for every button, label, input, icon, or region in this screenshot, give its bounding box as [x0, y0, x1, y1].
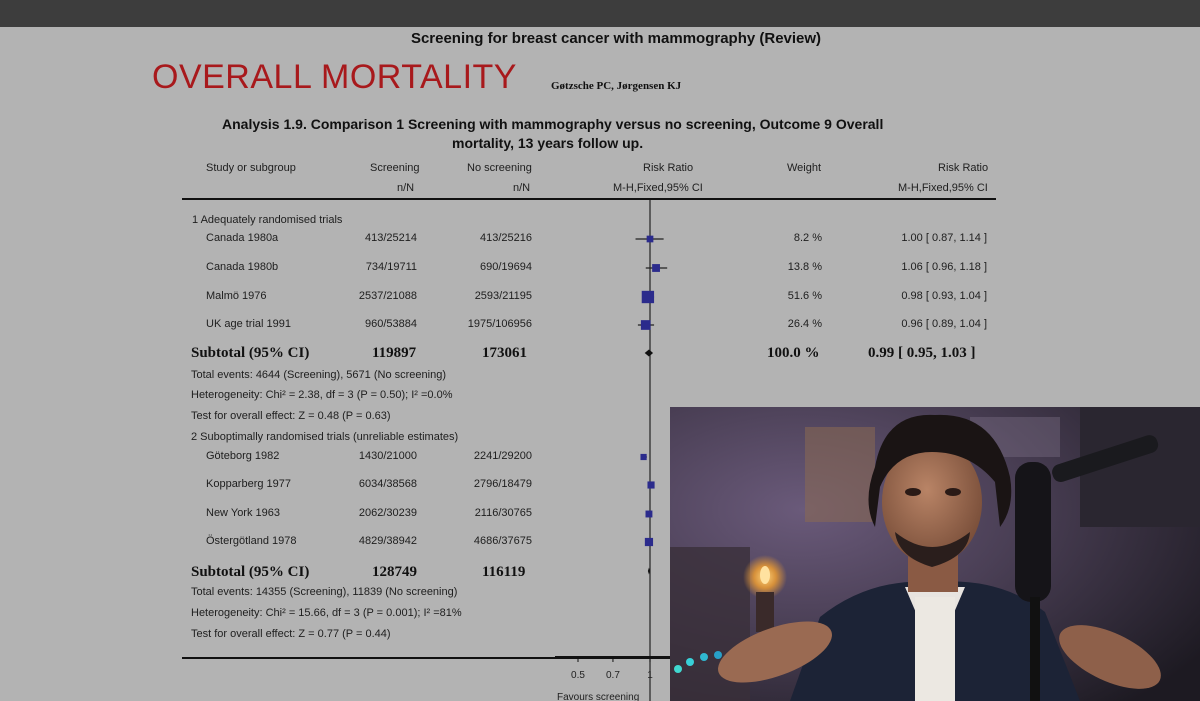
x-tick-label-2: 0.7 — [606, 670, 620, 681]
point-square-3 — [641, 290, 655, 304]
point-square-6 — [647, 481, 655, 489]
presenter-video-icon — [670, 407, 1200, 701]
study-row-2-rr: 1.06 [ 0.96, 1.18 ] — [901, 261, 987, 273]
point-square-5 — [640, 453, 647, 461]
study-row-1-rr: 1.00 [ 0.87, 1.14 ] — [901, 232, 987, 244]
study-row-2-weight: 13.8 % — [787, 261, 822, 273]
point-square-2 — [652, 264, 660, 272]
study-row-2-no-screening: 690/19694 — [480, 261, 532, 273]
study-row-4-no-screening: 1975/106956 — [467, 318, 532, 330]
study-row-7-no-screening: 2116/30765 — [474, 507, 532, 519]
top-bar — [0, 0, 1200, 27]
study-row-3-weight: 51.6 % — [787, 290, 822, 302]
screenshot-stage: Screening for breast cancer with mammogr… — [0, 0, 1200, 701]
study-row-3-name: Malmö 1976 — [206, 290, 267, 302]
point-square-4 — [640, 320, 651, 330]
study-row-1-weight: 8.2 % — [793, 232, 822, 244]
study-row-3-rr: 0.98 [ 0.93, 1.04 ] — [901, 290, 987, 302]
study-row-6-no-screening: 2796/18479 — [473, 478, 532, 490]
study-row-3-no-screening: 2593/21195 — [474, 290, 532, 302]
x-tick-label-3: 1 — [647, 670, 653, 681]
x-tick-label-1: 0.5 — [571, 670, 585, 681]
point-square-8 — [644, 537, 654, 547]
study-row-4-rr: 0.96 [ 0.89, 1.04 ] — [901, 318, 987, 330]
presenter-video-overlay — [670, 407, 1200, 701]
point-square-1 — [646, 235, 654, 243]
point-square-7 — [645, 510, 653, 518]
study-row-5-no-screening: 2241/29200 — [473, 450, 532, 462]
study-row-8-no-screening: 4686/37675 — [473, 535, 532, 547]
subtotal-diamond-1 — [644, 349, 654, 357]
study-row-4-weight: 26.4 % — [787, 318, 822, 330]
study-row-1-no-screening: 413/25216 — [480, 232, 532, 244]
